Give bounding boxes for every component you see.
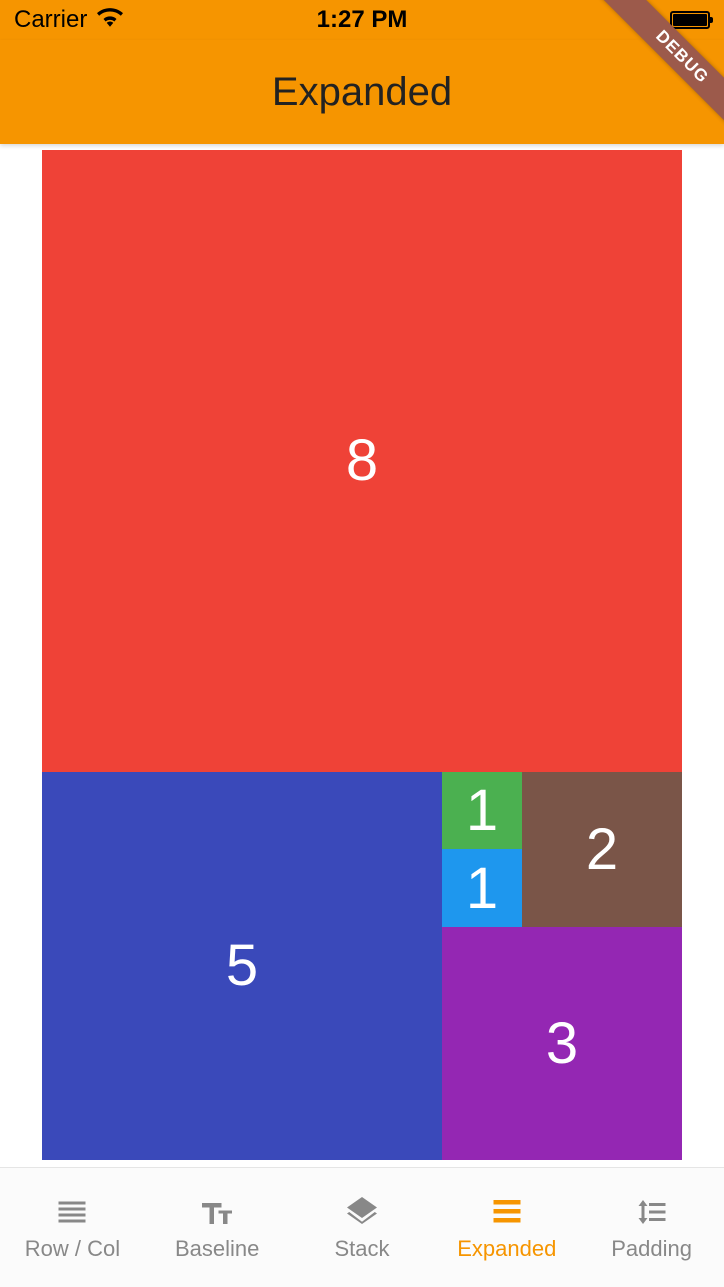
carrier-label: Carrier (14, 6, 87, 34)
tile-5: 5 (42, 772, 442, 1160)
tile-2: 2 (522, 772, 682, 927)
tile-1b: 1 (442, 849, 522, 927)
tile-8: 8 (42, 150, 682, 772)
nav-padding[interactable]: Padding (579, 1168, 724, 1287)
tile-1b-label: 1 (466, 855, 498, 922)
content-area: 8 5 1 1 2 3 (42, 150, 682, 1160)
tile-1a: 1 (442, 772, 522, 850)
nav-stack[interactable]: Stack (290, 1168, 435, 1287)
ones-col: 1 1 (442, 772, 522, 927)
page-title: Expanded (272, 70, 452, 115)
nav-label: Stack (334, 1236, 389, 1262)
line-height-icon (634, 1194, 670, 1230)
battery-icon (670, 11, 710, 29)
rows-icon (54, 1194, 90, 1230)
clock: 1:27 PM (317, 6, 408, 34)
right-col: 1 1 2 3 (442, 772, 682, 1160)
bottom-nav: Row / Col Baseline Stack Expanded Paddin… (0, 1167, 724, 1287)
app-bar: Expanded (0, 40, 724, 144)
tile-2-label: 2 (586, 816, 618, 883)
bottom-row: 5 1 1 2 3 (42, 772, 682, 1160)
tile-3-label: 3 (546, 1010, 578, 1077)
upper-right-row: 1 1 2 (442, 772, 682, 927)
tile-1a-label: 1 (466, 777, 498, 844)
rows-bold-icon (489, 1194, 525, 1230)
nav-label: Baseline (175, 1236, 259, 1262)
tile-5-label: 5 (226, 932, 258, 999)
layers-icon (344, 1194, 380, 1230)
nav-label: Padding (611, 1236, 692, 1262)
text-size-icon (199, 1194, 235, 1230)
nav-expanded[interactable]: Expanded (434, 1168, 579, 1287)
wifi-icon (97, 6, 123, 34)
nav-label: Row / Col (25, 1236, 120, 1262)
status-right (670, 11, 710, 29)
status-left: Carrier (14, 6, 123, 34)
nav-row-col[interactable]: Row / Col (0, 1168, 145, 1287)
tile-8-label: 8 (346, 427, 378, 494)
tile-3: 3 (442, 927, 682, 1160)
nav-label: Expanded (457, 1236, 556, 1262)
nav-baseline[interactable]: Baseline (145, 1168, 290, 1287)
